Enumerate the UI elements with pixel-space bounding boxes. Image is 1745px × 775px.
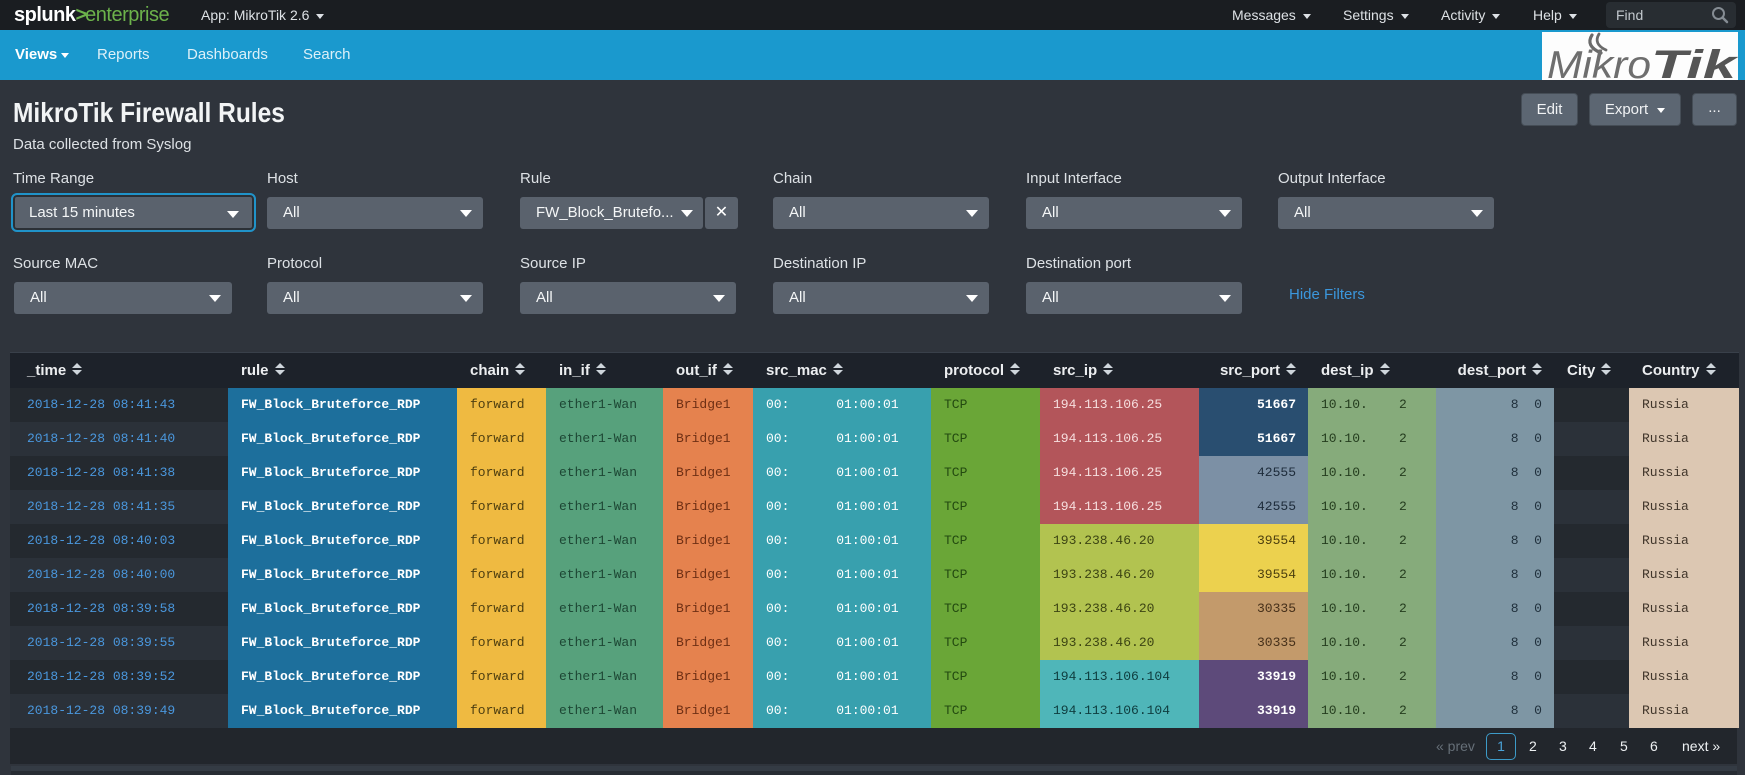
svg-text:Mikro: Mikro <box>1547 44 1651 80</box>
svg-text:Tik: Tik <box>1651 43 1738 80</box>
